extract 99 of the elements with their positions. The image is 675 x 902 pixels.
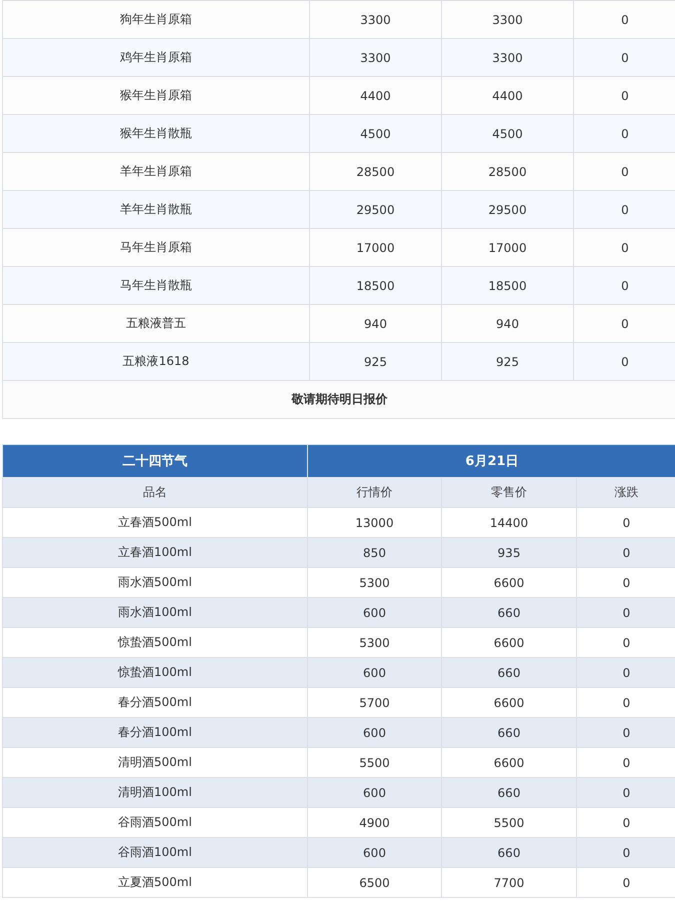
table-cell: 28500 <box>310 152 442 190</box>
table-cell: 五粮液1618 <box>2 342 310 380</box>
table-cell: 18500 <box>310 266 442 304</box>
table-cell: 5700 <box>308 688 442 718</box>
table-cell: 6600 <box>442 568 576 598</box>
table-cell: 0 <box>574 304 675 342</box>
table-cell: 660 <box>442 778 576 808</box>
table-cell: 5300 <box>308 628 442 658</box>
table-cell: 狗年生肖原箱 <box>2 0 310 38</box>
table-cell: 28500 <box>442 152 574 190</box>
table-cell: 29500 <box>442 190 574 228</box>
table-cell: 5300 <box>308 568 442 598</box>
table-cell: 660 <box>442 718 576 748</box>
table-cell: 0 <box>576 508 675 538</box>
table-cell: 6600 <box>442 628 576 658</box>
table-cell: 0 <box>574 342 675 380</box>
table-cell: 0 <box>576 568 675 598</box>
table-cell: 600 <box>308 658 442 688</box>
table-cell: 0 <box>576 868 675 898</box>
table-cell: 羊年生肖散瓶 <box>2 190 310 228</box>
table-cell: 600 <box>308 778 442 808</box>
table-cell: 13000 <box>308 508 442 538</box>
table-cell: 925 <box>442 342 574 380</box>
table-cell: 0 <box>576 538 675 568</box>
table-cell: 4500 <box>310 114 442 152</box>
table-cell: 马年生肖散瓶 <box>2 266 310 304</box>
table-cell: 春分酒100ml <box>2 718 308 748</box>
table-cell: 雨水酒500ml <box>2 568 308 598</box>
table-cell: 立春酒500ml <box>2 508 308 538</box>
column-header: 行情价 <box>308 478 442 508</box>
table-cell: 羊年生肖原箱 <box>2 152 310 190</box>
table-cell: 0 <box>576 778 675 808</box>
table-cell: 600 <box>308 598 442 628</box>
table-cell: 660 <box>442 838 576 868</box>
table-cell: 0 <box>576 658 675 688</box>
table-cell: 谷雨酒100ml <box>2 838 308 868</box>
table-cell: 谷雨酒500ml <box>2 808 308 838</box>
table-cell: 猴年生肖散瓶 <box>2 114 310 152</box>
table-cell: 雨水酒100ml <box>2 598 308 628</box>
column-header: 品名 <box>2 478 308 508</box>
table-cell: 猴年生肖原箱 <box>2 76 310 114</box>
table-cell: 18500 <box>442 266 574 304</box>
column-header: 涨跌 <box>576 478 675 508</box>
table-cell: 7700 <box>442 868 576 898</box>
table-cell: 0 <box>574 0 675 38</box>
table-cell: 940 <box>310 304 442 342</box>
table-cell: 清明酒500ml <box>2 748 308 778</box>
table-cell: 14400 <box>442 508 576 538</box>
table-cell: 0 <box>576 598 675 628</box>
table-cell: 4400 <box>442 76 574 114</box>
table-cell: 660 <box>442 598 576 628</box>
table-cell: 0 <box>574 114 675 152</box>
table-cell: 5500 <box>442 808 576 838</box>
table-cell: 0 <box>576 838 675 868</box>
table-cell: 0 <box>574 38 675 76</box>
table-cell: 4500 <box>442 114 574 152</box>
table-cell: 0 <box>576 748 675 778</box>
table-cell: 6600 <box>442 748 576 778</box>
table-note: 敬请期待明日报价 <box>2 380 675 418</box>
table-cell: 935 <box>442 538 576 568</box>
table-cell: 600 <box>308 838 442 868</box>
table-cell: 660 <box>442 658 576 688</box>
table-cell: 3300 <box>310 0 442 38</box>
table-cell: 0 <box>574 228 675 266</box>
table-cell: 立夏酒500ml <box>2 868 308 898</box>
table-cell: 17000 <box>442 228 574 266</box>
table-cell: 3300 <box>310 38 442 76</box>
column-header: 零售价 <box>442 478 576 508</box>
table-cell: 3300 <box>442 0 574 38</box>
table-cell: 940 <box>442 304 574 342</box>
table-cell: 3300 <box>442 38 574 76</box>
table-cell: 5500 <box>308 748 442 778</box>
table-cell: 0 <box>576 718 675 748</box>
table-cell: 925 <box>310 342 442 380</box>
table-cell: 立春酒100ml <box>2 538 308 568</box>
table-cell: 惊蛰酒500ml <box>2 628 308 658</box>
table-cell: 4400 <box>310 76 442 114</box>
table-cell: 0 <box>576 628 675 658</box>
table-cell: 6500 <box>308 868 442 898</box>
table-cell: 鸡年生肖原箱 <box>2 38 310 76</box>
table-cell: 0 <box>574 152 675 190</box>
table-cell: 五粮液普五 <box>2 304 310 342</box>
table-cell: 0 <box>576 688 675 718</box>
table-cell: 春分酒500ml <box>2 688 308 718</box>
table-cell: 29500 <box>310 190 442 228</box>
table-cell: 0 <box>574 190 675 228</box>
table-cell: 4900 <box>308 808 442 838</box>
table-title: 二十四节气 <box>2 444 308 478</box>
table-cell: 0 <box>574 266 675 304</box>
table-cell: 0 <box>576 808 675 838</box>
table-cell: 清明酒100ml <box>2 778 308 808</box>
table-cell: 0 <box>574 76 675 114</box>
table-cell: 17000 <box>310 228 442 266</box>
table-cell: 600 <box>308 718 442 748</box>
table-cell: 850 <box>308 538 442 568</box>
date-header: 6月21日 <box>308 444 675 478</box>
table-cell: 马年生肖原箱 <box>2 228 310 266</box>
table-cell: 6600 <box>442 688 576 718</box>
table-cell: 惊蛰酒100ml <box>2 658 308 688</box>
